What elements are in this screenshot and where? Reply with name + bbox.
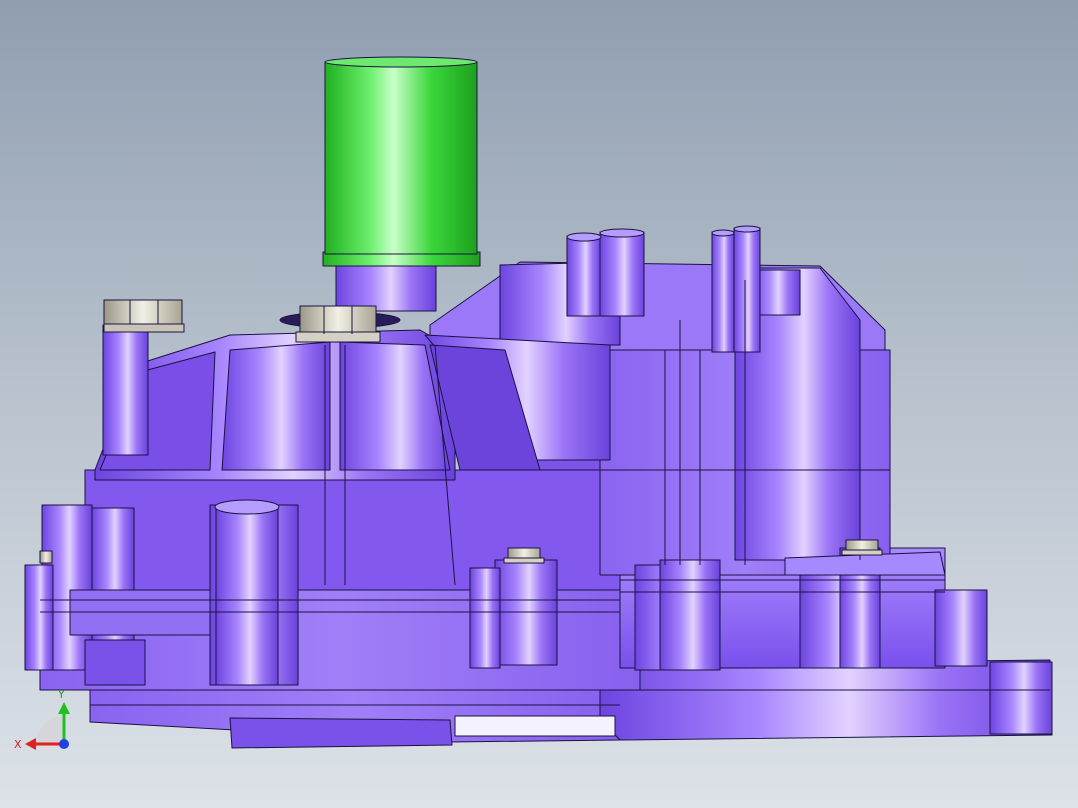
axis-triad: Y X: [14, 688, 70, 751]
triad-fan: [36, 716, 64, 744]
y-axis-arrow: [58, 702, 70, 714]
y-axis-label: Y: [57, 688, 65, 701]
cad-viewport[interactable]: Y X: [0, 0, 1078, 808]
x-axis-label: X: [14, 738, 22, 751]
z-axis-dot: [59, 739, 69, 749]
x-axis-arrow: [25, 738, 36, 750]
